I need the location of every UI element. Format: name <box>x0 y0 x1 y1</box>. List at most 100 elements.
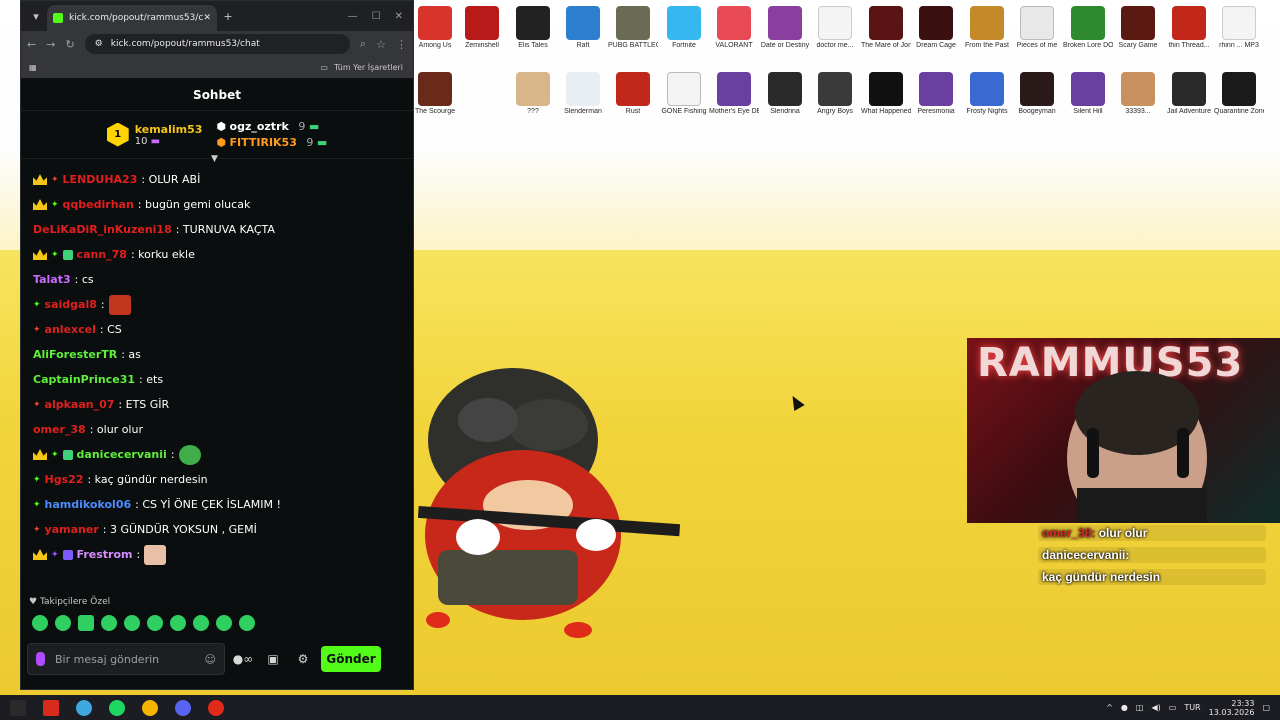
desktop-icon[interactable]: Among Us <box>410 6 460 50</box>
apps-icon[interactable]: ▦ <box>21 63 37 72</box>
desktop-icon[interactable]: What Happened <box>861 72 911 116</box>
gift-icon: ▬ <box>316 136 328 149</box>
chat-input[interactable]: Bir mesaj gönderin ☺ <box>27 643 225 675</box>
desktop-icon[interactable]: Dream Cage <box>911 6 961 50</box>
desktop-icon[interactable]: Broken Lore DON'T W... <box>1063 6 1113 50</box>
valorant-icon <box>717 6 751 40</box>
close-window-icon[interactable]: ✕ <box>395 11 403 22</box>
windows-start-icon[interactable] <box>10 699 26 716</box>
emote-icon[interactable] <box>55 615 71 631</box>
desktop-icon[interactable]: Jail Adventure <box>1164 72 1214 116</box>
mic-icon[interactable] <box>36 652 45 666</box>
site-info-icon[interactable]: ⚙ <box>95 39 103 49</box>
new-tab-icon[interactable]: + <box>217 10 239 23</box>
desktop-icon[interactable]: Fortnite <box>659 6 709 50</box>
store-icon[interactable]: ▣ <box>261 652 285 666</box>
leader-third[interactable]: ⬢ FITTIRIK53 9 ▬ <box>216 136 327 149</box>
desktop-icon[interactable]: Slendrina <box>760 72 810 116</box>
desktop-icon[interactable]: GONE Fishing <box>659 72 709 116</box>
desktop-icon[interactable]: Zeminshell <box>457 6 507 50</box>
language-indicator[interactable]: TUR <box>1184 703 1200 712</box>
network-icon[interactable]: ◫ <box>1136 703 1144 712</box>
emote-icon[interactable] <box>170 615 186 631</box>
desktop-icon[interactable]: From the Past <box>962 6 1012 50</box>
desktop-icon[interactable]: Peresmonia <box>911 72 961 116</box>
send-button[interactable]: Gönder <box>321 646 381 672</box>
menu-icon[interactable]: ⋮ <box>396 38 407 51</box>
chat-header: Sohbet <box>21 79 413 111</box>
emote-icon[interactable] <box>32 615 48 631</box>
app-icon[interactable] <box>76 699 92 716</box>
keyboard-icon[interactable]: ▭ <box>1169 703 1177 712</box>
desktop-icon[interactable]: Angry Boys <box>810 72 860 116</box>
desktop-icon[interactable]: Frosty Nights <box>962 72 1012 116</box>
emote-icon[interactable] <box>193 615 209 631</box>
emoji-icon[interactable]: ☺ <box>205 653 216 666</box>
spotify-icon[interactable] <box>109 699 125 716</box>
chat-footer: ♥ Takipçilere Özel Bir mesaj gönderin ☺ … <box>21 597 415 675</box>
desktop-icon[interactable]: Scary Game <box>1113 6 1163 50</box>
chat-message: ✦ LENDUHA23: OLUR ABİ <box>33 167 401 192</box>
desktop-icon[interactable]: Slenderman <box>558 72 608 116</box>
back-icon[interactable]: ← <box>27 38 36 51</box>
all-bookmarks-link[interactable]: Tüm Yer İşaretleri <box>334 63 403 72</box>
voicemeeter-icon[interactable] <box>43 699 59 716</box>
settings-icon[interactable]: ⚙ <box>291 652 315 666</box>
clock[interactable]: 23:33 13.03.2026 <box>1209 699 1255 717</box>
desktop-icon[interactable]: Elis Tales <box>508 6 558 50</box>
tray-overflow-icon[interactable]: ^ <box>1106 703 1113 712</box>
mic-tray-icon[interactable]: ● <box>1121 703 1128 712</box>
zoom-icon[interactable]: ⌕ <box>360 37 366 51</box>
overlay-line: kaç gündür nerdesin <box>1038 569 1266 585</box>
overlay-line: danicecervanii: <box>1038 547 1266 563</box>
tab-list-icon[interactable]: ▾ <box>25 10 47 23</box>
emote-icon[interactable] <box>216 615 232 631</box>
desktop-icon[interactable]: Date or Destiny <box>760 6 810 50</box>
browser-tab[interactable]: kick.com/popout/rammus53/ch ✕ <box>47 5 217 31</box>
emote-icon[interactable] <box>147 615 163 631</box>
youtube-icon[interactable] <box>208 699 224 716</box>
emote-icon[interactable] <box>101 615 117 631</box>
desktop-icon[interactable]: Silent Hill <box>1063 72 1113 116</box>
forward-icon[interactable]: → <box>46 38 55 51</box>
crown-badge-icon <box>33 249 47 260</box>
desktop-icon[interactable]: Mother's Eye DEMO <box>709 72 759 116</box>
desktop-icon[interactable]: Raft <box>558 6 608 50</box>
expand-pinned-icon[interactable]: ▼ <box>211 154 218 164</box>
leader-second[interactable]: ⬢ ogz_oztrk 9 ▬ <box>216 120 327 133</box>
chat-message: ✦ yamaner: 3 GÜNDÜR YOKSUN , GEMİ <box>33 523 257 536</box>
volume-icon[interactable]: ◀) <box>1151 703 1160 712</box>
game-icon <box>869 6 903 40</box>
rank-badge: 1 <box>106 122 129 147</box>
url-field[interactable]: ⚙ kick.com/popout/rammus53/chat <box>84 34 350 54</box>
maximize-icon[interactable]: ☐ <box>372 11 381 22</box>
sub-badge-icon: ✦ <box>33 524 41 535</box>
desktop-icon[interactable]: Rust <box>608 72 658 116</box>
desktop-icon[interactable]: thin Thread... <box>1164 6 1214 50</box>
emote-icon[interactable] <box>239 615 255 631</box>
desktop-icon[interactable]: The Scourge <box>410 72 460 116</box>
desktop-icon[interactable]: Pieces of me <box>1012 6 1062 50</box>
desktop-icon[interactable]: Boogeyman <box>1012 72 1062 116</box>
desktop-icon[interactable]: rhinn ... MP3 <box>1214 6 1264 50</box>
desktop-icon[interactable]: ??? <box>508 72 558 116</box>
chrome-icon[interactable] <box>142 699 158 716</box>
desktop-icon[interactable]: Quarantine Zone <box>1214 72 1264 116</box>
desktop-icon[interactable]: doctor me... <box>810 6 860 50</box>
emote-icon[interactable] <box>124 615 140 631</box>
notification-icon[interactable]: ▢ <box>1262 703 1270 712</box>
close-tab-icon[interactable]: ✕ <box>203 13 211 23</box>
discord-icon[interactable] <box>175 699 191 716</box>
desktop-icon[interactable]: 33393... <box>1113 72 1163 116</box>
leader-first[interactable]: 1 kemalim53 10 ▬ <box>106 122 202 147</box>
desktop-icon[interactable]: The Mare of Jonah <box>861 6 911 50</box>
reload-icon[interactable]: ↻ <box>65 38 74 51</box>
kick-coins-icon[interactable]: ●∞ <box>231 652 255 666</box>
media-file-icon <box>1222 6 1256 40</box>
game-icon <box>768 6 802 40</box>
bookmark-star-icon[interactable]: ☆ <box>376 38 386 51</box>
desktop-icon[interactable]: PUBG BATTLEGR... <box>608 6 658 50</box>
minimize-icon[interactable]: — <box>348 11 358 22</box>
desktop-icon[interactable]: VALORANT <box>709 6 759 50</box>
emote-icon[interactable] <box>78 615 94 631</box>
